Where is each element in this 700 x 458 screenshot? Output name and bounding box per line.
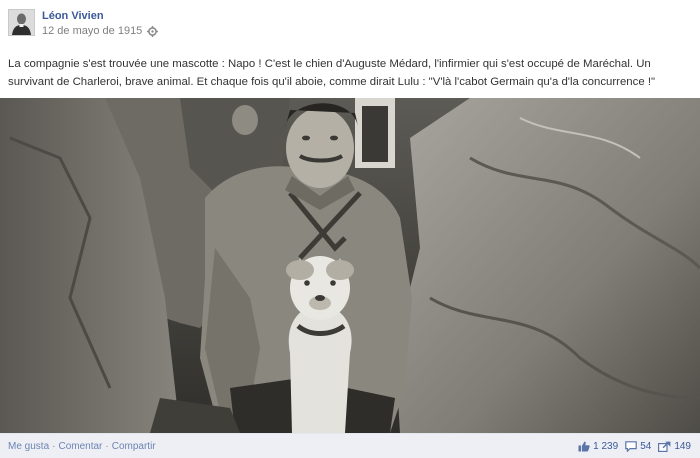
like-link[interactable]: Me gusta — [8, 441, 49, 452]
photo-soldier-with-dog[interactable] — [0, 98, 700, 433]
share-link[interactable]: Compartir — [112, 441, 156, 452]
post-stats: 1 239 54 149 — [571, 441, 691, 452]
post-footer: Me gusta · Comentar · Compartir 1 239 54 — [0, 433, 700, 458]
post-meta: 12 de mayo de 1915 — [42, 25, 159, 38]
comment-link[interactable]: Comentar — [58, 441, 102, 452]
shares-count-value: 149 — [674, 440, 691, 452]
post-photo[interactable] — [0, 98, 700, 433]
avatar[interactable] — [8, 9, 35, 36]
shares-count[interactable]: 149 — [658, 441, 691, 452]
author-name-link[interactable]: Léon Vivien — [42, 10, 158, 23]
separator: · — [105, 440, 109, 452]
likes-count-value: 1 239 — [593, 440, 619, 452]
facebook-post: Léon Vivien 12 de mayo de 1915 La compag… — [0, 0, 700, 458]
thumbs-up-icon — [578, 441, 590, 451]
gear-icon[interactable] — [147, 26, 159, 37]
comments-count[interactable]: 54 — [625, 441, 651, 452]
post-actions: Me gusta · Comentar · Compartir — [8, 441, 156, 452]
post-message: La compagnie s'est trouvée une mascotte … — [8, 58, 656, 88]
separator: · — [52, 440, 56, 452]
share-icon — [658, 441, 671, 452]
comment-icon — [625, 440, 637, 452]
post-header: Léon Vivien 12 de mayo de 1915 — [8, 9, 159, 39]
header-text: Léon Vivien 12 de mayo de 1915 — [42, 10, 159, 39]
post-date[interactable]: 12 de mayo de 1915 — [42, 25, 142, 38]
likes-count[interactable]: 1 239 — [578, 441, 618, 452]
comments-count-value: 54 — [640, 440, 652, 452]
